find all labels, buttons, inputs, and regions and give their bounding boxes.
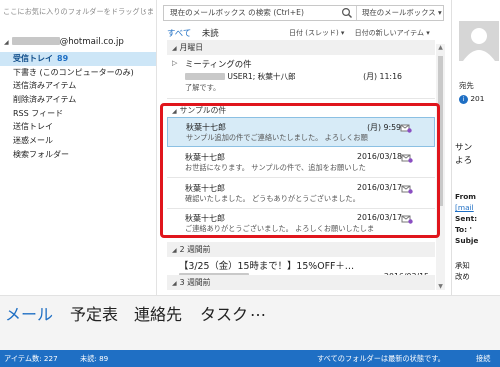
collapse-triangle-icon[interactable]: ◢ [172,280,177,287]
module-mail[interactable]: メール [5,301,53,325]
quoted-body-line-2: 改め [455,272,470,281]
folder-sent[interactable]: 送信済みアイテム [0,79,156,93]
message-item-meeting[interactable]: ▷ ミーティングの件 USER1; 秋葉十八郎 (月) 11:16 了解です。 [167,55,435,99]
folder-label: 送信済みアイテム [13,81,77,91]
filter-tabs: すべて 未読 [167,27,227,39]
account-email-suffix: @hotmail.co.jp [59,37,124,47]
group-header-monday[interactable]: ◢ 月曜日 [167,40,435,55]
info-sent-date: i 201 [459,94,484,104]
message-participants: USER1; 秋葉十八郎 [185,71,296,82]
folder-drafts[interactable]: 下書き (このコンピューターのみ) [0,66,156,80]
info-icon: i [459,95,468,104]
message-preview: 了解です。 [185,83,221,92]
scroll-up-icon[interactable]: ▲ [436,44,445,51]
folder-list: 受信トレイ 89 下書き (このコンピューターのみ) 送信済みアイテム 削除済みア… [0,52,156,162]
quoted-to-label: To: ' [455,225,472,234]
sync-status: すべてのフォルダーは最新の状態です。 [317,354,445,363]
unread-count: 89 [57,54,69,63]
sort-controls: 日付 (スレッド) ▾ 日付の新しいアイテム ▾ [289,28,438,38]
group-header-two-weeks[interactable]: ◢ 2 週間前 [167,242,435,257]
sent-date-fragment: 201 [470,94,485,103]
scroll-down-icon[interactable]: ▼ [436,283,445,290]
quoted-from-label: From [455,192,476,201]
module-more-button[interactable]: … [250,301,266,320]
module-people[interactable]: 連絡先 [134,301,182,325]
item-count: アイテム数: 227 [4,354,58,363]
sort-by-dropdown[interactable]: 日付 (スレッド) ▾ [289,29,344,37]
status-bar: アイテム数: 227 未読: 89 すべてのフォルダーは最新の状態です。 接続 [0,350,500,367]
group-label: 2 週間前 [179,245,211,254]
thread-expand-icon[interactable]: ▷ [172,59,177,67]
folder-label: 迷惑メール [13,136,53,146]
account-header[interactable]: ◢ @hotmail.co.jp [4,37,124,47]
group-header-three-weeks[interactable]: ◢ 3 週間前 [167,275,435,290]
group-label: 3 週間前 [179,278,211,287]
module-tasks[interactable]: タスク [200,301,248,325]
quoted-email-link[interactable]: [mail [455,203,474,212]
person-silhouette-icon [463,28,495,61]
folder-label: 検索フォルダー [13,149,69,159]
folder-label: 削除済みアイテム [13,95,77,105]
group-label: 月曜日 [179,43,204,52]
contact-photo [459,21,499,61]
folder-label: 下書き (このコンピューターのみ) [13,67,134,77]
tab-unread[interactable]: 未読 [202,28,219,38]
module-switcher: メール 予定表 連絡先 タスク … [0,295,500,350]
body-line-2: よろ [455,156,473,166]
message-item-promo[interactable]: 【3/25（金）15時まで！】15%OFF＋… [167,257,435,273]
connection-status: 接続 [476,354,491,363]
search-box[interactable]: 現在のメールボックス の検索 (Ctrl+E) 現在のメールボックス ▾ [163,5,444,21]
folder-inbox[interactable]: 受信トレイ 89 [0,52,156,66]
search-scope-dropdown[interactable]: 現在のメールボックス ▾ [356,6,444,20]
folder-deleted[interactable]: 削除済みアイテム [0,93,156,107]
highlight-box [160,103,440,238]
favorites-drop-hint: ここにお気に入りのフォルダーをドラッグしま [3,7,153,16]
collapse-triangle-icon[interactable]: ◢ [172,45,177,52]
message-subject: ミーティングの件 [185,59,252,69]
folder-label: 受信トレイ [13,54,53,63]
expand-triangle-icon[interactable]: ◢ [4,39,9,46]
search-input[interactable]: 現在のメールボックス の検索 (Ctrl+E) [170,6,304,20]
sort-order-dropdown[interactable]: 日付の新しいアイテム ▾ [355,29,430,37]
folder-label: RSS フィード [13,108,64,118]
message-date: (月) 11:16 [363,72,402,81]
redacted-account-name [11,37,60,45]
quoted-body-line-1: 承知 [455,261,470,270]
folder-label: 送信トレイ [13,122,53,132]
collapse-triangle-icon[interactable]: ◢ [172,247,177,254]
outlook-window: ここにお気に入りのフォルダーをドラッグしま ‹ ◢ @hotmail.co.jp … [0,0,500,367]
module-calendar[interactable]: 予定表 [70,301,118,325]
quoted-subject-label: Subje [455,236,479,245]
search-icon[interactable] [341,7,353,19]
message-subject: 【3/25（金）15時まで！】15%OFF＋… [179,261,355,272]
folder-junk[interactable]: 迷惑メール [0,134,156,148]
redacted-name [185,73,225,80]
unread-count-status: 未読: 89 [80,354,109,363]
folder-outbox[interactable]: 送信トレイ [0,120,156,134]
to-label: 宛先 [459,81,474,90]
quoted-sent-label: Sent: [455,214,478,223]
participant-names: USER1; 秋葉十八郎 [227,72,296,81]
tab-all[interactable]: すべて [167,28,191,38]
folder-search[interactable]: 検索フォルダー [0,148,156,162]
body-line-1: サン [455,143,473,153]
folder-rss[interactable]: RSS フィード [0,107,156,121]
collapse-pane-icon[interactable]: ‹ [143,6,146,15]
